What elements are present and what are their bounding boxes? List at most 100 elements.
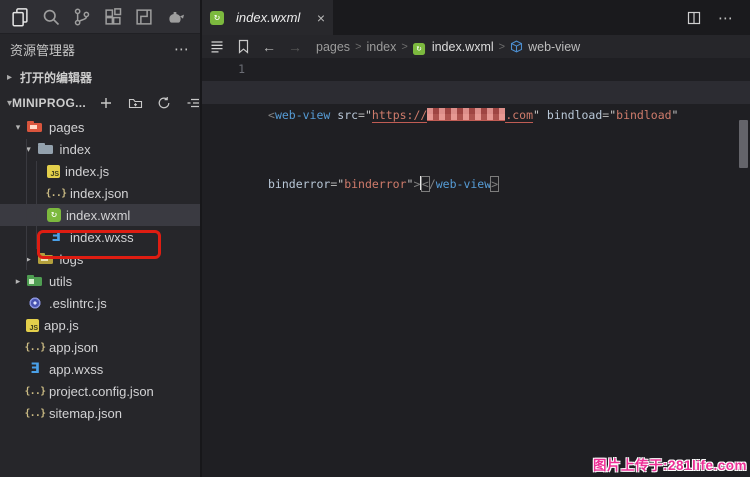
breadcrumb-index[interactable]: index — [367, 40, 397, 54]
tab-index-wxml[interactable]: ↻ index.wxml × — [202, 0, 333, 35]
tree-item-label: pages — [49, 120, 84, 135]
tree-item-label: utils — [49, 274, 72, 289]
tree-item-label: logs — [60, 252, 84, 267]
bookmark-icon[interactable] — [237, 39, 250, 54]
tree-item-index.json[interactable]: {..} index.json — [0, 182, 200, 204]
tree-item-index.wxml[interactable]: ↻ index.wxml — [0, 204, 200, 226]
line-number: 1 — [202, 58, 245, 81]
collapse-all-icon[interactable] — [185, 95, 201, 111]
tree-arrow: ▸ — [10, 276, 26, 287]
wxml-icon: ↻ — [47, 208, 61, 222]
folder-pages-icon — [26, 119, 44, 135]
navigate-forward-icon[interactable]: → — [288, 40, 302, 54]
tree-arrow: ▸ — [21, 254, 37, 265]
explorer-title: 资源管理器 — [10, 40, 75, 59]
wxml-file-icon: ↻ — [210, 11, 224, 25]
folder-logs-icon — [37, 251, 55, 267]
code-line-1-text: <web-view src="https://.com" bindload="b… — [268, 104, 736, 127]
json-icon: {..} — [47, 185, 65, 201]
file-tree: ▾ pages ▾ index JS index.js {..} index.j… — [0, 116, 200, 424]
breadcrumb-separator: > — [499, 41, 505, 53]
tree-item-utils[interactable]: ▸ utils — [0, 270, 200, 292]
explorer-more-icon[interactable]: ⋯ — [174, 40, 190, 58]
tree-item-app.wxss[interactable]: Ǝ app.wxss — [0, 358, 200, 380]
tree-item-label: project.config.json — [49, 384, 154, 399]
search-icon[interactable] — [40, 6, 62, 28]
redacted-url-mosaic — [427, 108, 505, 121]
indent-guide — [26, 139, 27, 270]
tree-item-app.js[interactable]: JS app.js — [0, 314, 200, 336]
outline-icon[interactable] — [209, 39, 225, 55]
tree-item-label: index — [60, 142, 91, 157]
line-number-gutter: 1 — [202, 58, 258, 81]
indent-guide — [36, 161, 37, 249]
wxss-icon: Ǝ — [26, 361, 44, 377]
tree-item-label: .eslintrc.js — [49, 296, 107, 311]
breadcrumb-index-wxml[interactable]: index.wxml — [432, 40, 494, 54]
json-icon: {..} — [26, 383, 44, 399]
js-icon: JS — [47, 165, 60, 178]
tree-item-label: app.js — [44, 318, 79, 333]
breadcrumb: pages > index > ↻ index.wxml > web-view — [316, 40, 580, 54]
tree-item-label: index.json — [70, 186, 129, 201]
tree-item-sitemap.json[interactable]: {..} sitemap.json — [0, 402, 200, 424]
editor-toolbar: ← → pages > index > ↻ index.wxml > web-v… — [202, 35, 750, 58]
project-label: MINIPROG... — [12, 96, 86, 110]
navigate-back-icon[interactable]: ← — [262, 40, 276, 54]
breadcrumb-pages[interactable]: pages — [316, 40, 350, 54]
eslint-icon — [26, 295, 44, 311]
new-file-icon[interactable] — [98, 95, 114, 111]
open-editors-section[interactable]: ▸ 打开的编辑器 — [0, 64, 200, 90]
code-area[interactable]: 1 <web-view src="https://.com" bindload=… — [202, 58, 750, 477]
project-section[interactable]: ▾ MINIPROG... — [0, 90, 200, 116]
explorer-header: 资源管理器 ⋯ — [0, 34, 200, 64]
tree-item-label: sitemap.json — [49, 406, 122, 421]
editor-more-icon[interactable]: ⋯ — [718, 9, 734, 27]
breadcrumb-separator: > — [401, 41, 407, 53]
tree-item-pages[interactable]: ▾ pages — [0, 116, 200, 138]
teapot-icon[interactable] — [164, 6, 186, 28]
json-icon: {..} — [26, 405, 44, 421]
folder-plain-icon — [37, 141, 55, 157]
activity-bar — [0, 0, 200, 34]
code-line-2-text: binderror="binderror"></web-view> — [268, 173, 736, 196]
tree-item-logs[interactable]: ▸ logs — [0, 248, 200, 270]
breadcrumb-web-view[interactable]: web-view — [528, 40, 580, 54]
wxml-file-icon: ↻ — [413, 40, 427, 54]
close-icon[interactable]: × — [317, 11, 325, 25]
folder-utils-icon — [26, 273, 44, 289]
tree-arrow: ▾ — [10, 122, 26, 133]
window-layout-icon[interactable] — [133, 6, 155, 28]
split-editor-icon[interactable] — [686, 10, 702, 26]
breadcrumb-separator: > — [355, 41, 361, 53]
tree-item-index[interactable]: ▾ index — [0, 138, 200, 160]
symbol-cube-icon — [510, 40, 523, 53]
tree-item-label: app.json — [49, 340, 98, 355]
json-icon: {..} — [26, 339, 44, 355]
extensions-icon[interactable] — [102, 6, 124, 28]
chevron-right-icon: ▸ — [7, 72, 20, 83]
tree-item-project.config.json[interactable]: {..} project.config.json — [0, 380, 200, 402]
watermark-text: 图片上传于:281life.com — [593, 454, 747, 474]
open-editors-label: 打开的编辑器 — [20, 69, 92, 86]
js-icon: JS — [26, 319, 39, 332]
tree-arrow: ▾ — [21, 144, 37, 155]
explorer-sidebar: 资源管理器 ⋯ ▸ 打开的编辑器 ▾ MINIPROG... — [0, 34, 200, 477]
refresh-icon[interactable] — [156, 95, 172, 111]
tree-item-app.json[interactable]: {..} app.json — [0, 336, 200, 358]
tree-item-index.js[interactable]: JS index.js — [0, 160, 200, 182]
new-folder-icon[interactable] — [127, 95, 143, 111]
tab-bar: ↻ index.wxml × ⋯ — [202, 0, 750, 35]
tree-item-label: index.wxss — [70, 230, 134, 245]
source-control-icon[interactable] — [71, 6, 93, 28]
tree-item-index.wxss[interactable]: Ǝ index.wxss — [0, 226, 200, 248]
tree-item-.eslintrc.js[interactable]: .eslintrc.js — [0, 292, 200, 314]
tree-item-label: index.wxml — [66, 208, 130, 223]
vertical-scrollbar[interactable] — [739, 120, 748, 168]
tree-item-label: app.wxss — [49, 362, 103, 377]
code-lines: <web-view src="https://.com" bindload="b… — [268, 58, 736, 242]
editor-region: ↻ index.wxml × ⋯ ← → pages — [202, 0, 750, 477]
wxss-icon: Ǝ — [47, 229, 65, 245]
tab-title: index.wxml — [236, 10, 310, 25]
files-icon[interactable] — [9, 6, 31, 28]
